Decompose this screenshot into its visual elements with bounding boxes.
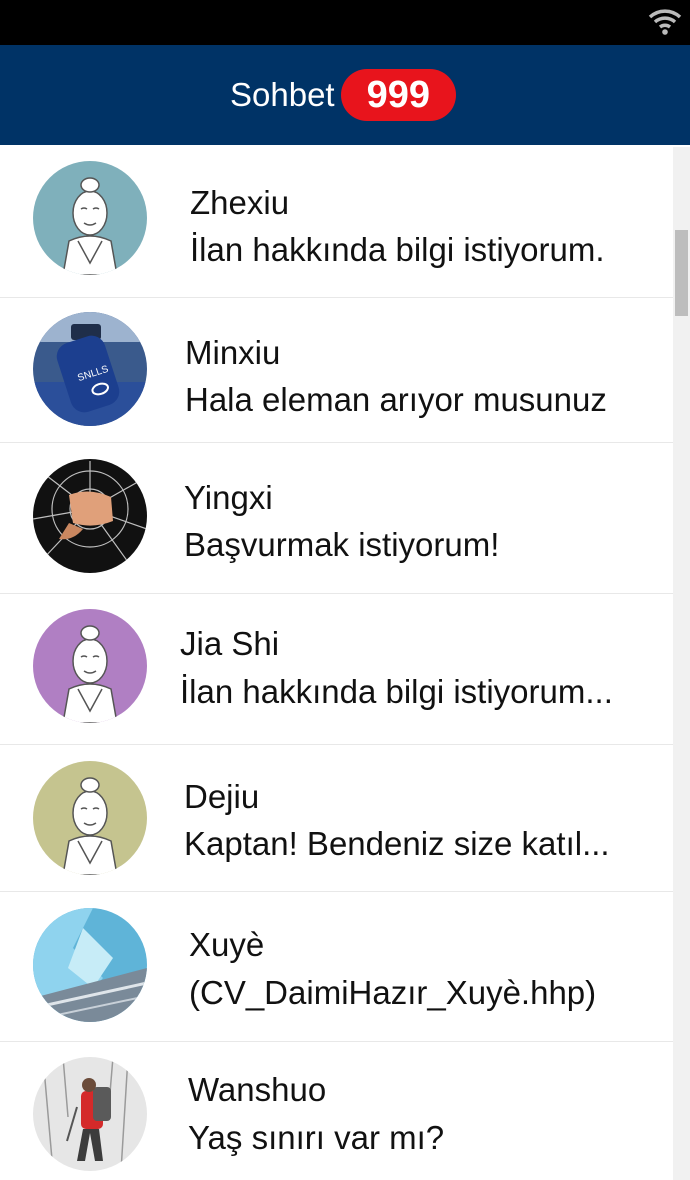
chat-name: Wanshuo	[188, 1071, 327, 1108]
fist-breaking-glass-photo	[33, 459, 147, 573]
chat-message-preview: (CV_DaimiHazır_Xuyè.hhp)	[189, 974, 597, 1011]
monk-avatar-purple	[33, 609, 147, 723]
chat-message-preview: İlan hakkında bilgi istiyorum.	[190, 231, 605, 268]
chat-item-minxiu[interactable]: SNLLS Minxiu Hala eleman arıyor musunuz	[0, 298, 673, 443]
chat-item-xuye[interactable]: Xuyè (CV_DaimiHazır_Xuyè.hhp)	[0, 892, 673, 1042]
chat-item-dejiu[interactable]: Dejiu Kaptan! Bendeniz size katıl...	[0, 745, 673, 892]
chat-name: Jia Shi	[180, 625, 280, 662]
chat-message-preview: Başvurmak istiyorum!	[184, 526, 500, 563]
water-bottle-photo: SNLLS	[33, 312, 147, 426]
chat-list: Zhexiu İlan hakkında bilgi istiyorum. SN…	[0, 147, 673, 1180]
glacier-photo	[33, 908, 147, 1022]
chat-item-wanshuo[interactable]: Wanshuo Yaş sınırı var mı?	[0, 1042, 673, 1180]
status-bar	[0, 0, 690, 45]
monk-avatar-teal	[33, 161, 147, 275]
chat-name: Xuyè	[189, 926, 265, 963]
chat-message-preview: Kaptan! Bendeniz size katıl...	[184, 825, 610, 862]
chat-item-zhexiu[interactable]: Zhexiu İlan hakkında bilgi istiyorum.	[0, 147, 673, 298]
wifi-icon	[648, 9, 682, 35]
unread-count-badge: 999	[340, 69, 456, 121]
chat-header: Sohbet 999	[0, 45, 690, 145]
chat-name: Yingxi	[184, 479, 273, 516]
scrollbar-thumb[interactable]	[675, 230, 688, 316]
monk-avatar-olive	[33, 761, 147, 875]
chat-name: Dejiu	[184, 778, 260, 815]
chat-message-preview: Yaş sınırı var mı?	[188, 1119, 445, 1156]
chat-name: Minxiu	[185, 334, 281, 371]
chat-name: Zhexiu	[190, 184, 290, 221]
chat-message-preview: İlan hakkında bilgi istiyorum...	[180, 673, 613, 710]
page-title: Sohbet	[230, 76, 335, 113]
chat-message-preview: Hala eleman arıyor musunuz	[185, 381, 607, 418]
chat-item-yingxi[interactable]: Yingxi Başvurmak istiyorum!	[0, 443, 673, 594]
chat-item-jia-shi[interactable]: Jia Shi İlan hakkında bilgi istiyorum...	[0, 594, 673, 745]
scrollbar[interactable]	[673, 147, 690, 1180]
hiker-snow-photo	[33, 1057, 147, 1171]
